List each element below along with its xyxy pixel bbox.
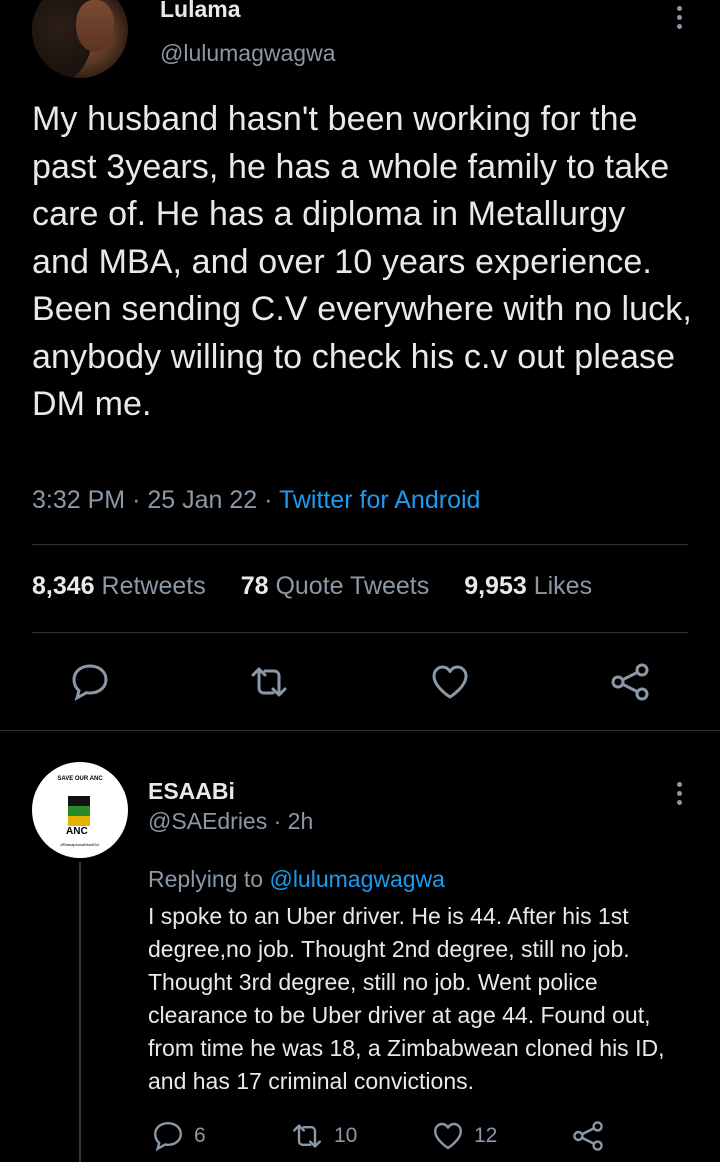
reply-more-options-icon[interactable] (677, 782, 683, 809)
like-icon (432, 665, 468, 699)
retweets-stat[interactable]: 8,346 Retweets (32, 572, 206, 600)
like-count: 12 (474, 1124, 498, 1147)
tweet-stats: 8,346 Retweets 78 Quote Tweets 9,953 Lik… (32, 572, 592, 601)
reply-share-button[interactable] (572, 1120, 614, 1152)
tweet-source-link[interactable]: Twitter for Android (279, 486, 480, 514)
author-display-name[interactable]: Lulama (160, 0, 241, 23)
reply-icon (153, 1121, 183, 1152)
tweet-time: 3:32 PM (32, 486, 126, 514)
replying-to: Replying to @lulumagwagwa (148, 866, 445, 892)
reply-like-button[interactable]: 12 (432, 1120, 497, 1152)
section-separator (0, 730, 720, 731)
reply-count: 6 (194, 1124, 206, 1147)
avatar-top-text: SAVE OUR ANC (57, 776, 103, 782)
anc-flag-icon (68, 796, 90, 826)
meta-separator: · (132, 486, 141, 514)
reply-retweet-button[interactable]: 10 (290, 1120, 357, 1152)
reply-author-meta: @SAEdries · 2h (148, 808, 313, 835)
reply-icon (72, 664, 108, 702)
reply-text: I spoke to an Uber driver. He is 44. Aft… (148, 903, 665, 1094)
likes-stat[interactable]: 9,953 Likes (464, 572, 592, 600)
share-button[interactable] (610, 662, 650, 702)
avatar-bottom-text: #RamaphosaMustGo! (60, 842, 100, 847)
reply-age: · 2h (273, 808, 314, 834)
retweet-icon (251, 667, 287, 697)
avatar-logo-text: ANC (66, 826, 88, 837)
reply-author-handle[interactable]: @SAEdries (148, 808, 267, 834)
thread-line (79, 862, 81, 1162)
tweet-text: My husband hasn't been working for the p… (32, 100, 692, 423)
retweet-button[interactable] (249, 662, 289, 702)
quote-tweets-stat[interactable]: 78 Quote Tweets (241, 572, 430, 600)
tweet-date: 25 Jan 22 (147, 486, 258, 514)
like-button[interactable] (430, 662, 470, 702)
author-avatar[interactable] (32, 0, 128, 78)
like-icon (434, 1122, 462, 1150)
reply-author-name[interactable]: ESAABi (148, 778, 235, 805)
reply-reply-button[interactable]: 6 (152, 1120, 206, 1152)
reply-button[interactable] (70, 662, 110, 702)
share-icon (611, 663, 649, 701)
meta-separator: · (264, 486, 273, 514)
divider (32, 544, 688, 545)
replying-to-handle[interactable]: @lulumagwagwa (269, 866, 445, 892)
retweet-count: 10 (334, 1124, 358, 1147)
reply-author-avatar[interactable]: SAVE OUR ANC ANC #RamaphosaMustGo! (32, 762, 128, 858)
retweet-icon (293, 1124, 321, 1148)
divider (32, 632, 688, 633)
tweet-meta: 3:32 PM · 25 Jan 22 · Twitter for Androi… (32, 486, 480, 515)
share-icon (573, 1121, 603, 1151)
author-handle[interactable]: @lulumagwagwa (160, 40, 336, 67)
more-options-icon[interactable] (677, 6, 683, 33)
